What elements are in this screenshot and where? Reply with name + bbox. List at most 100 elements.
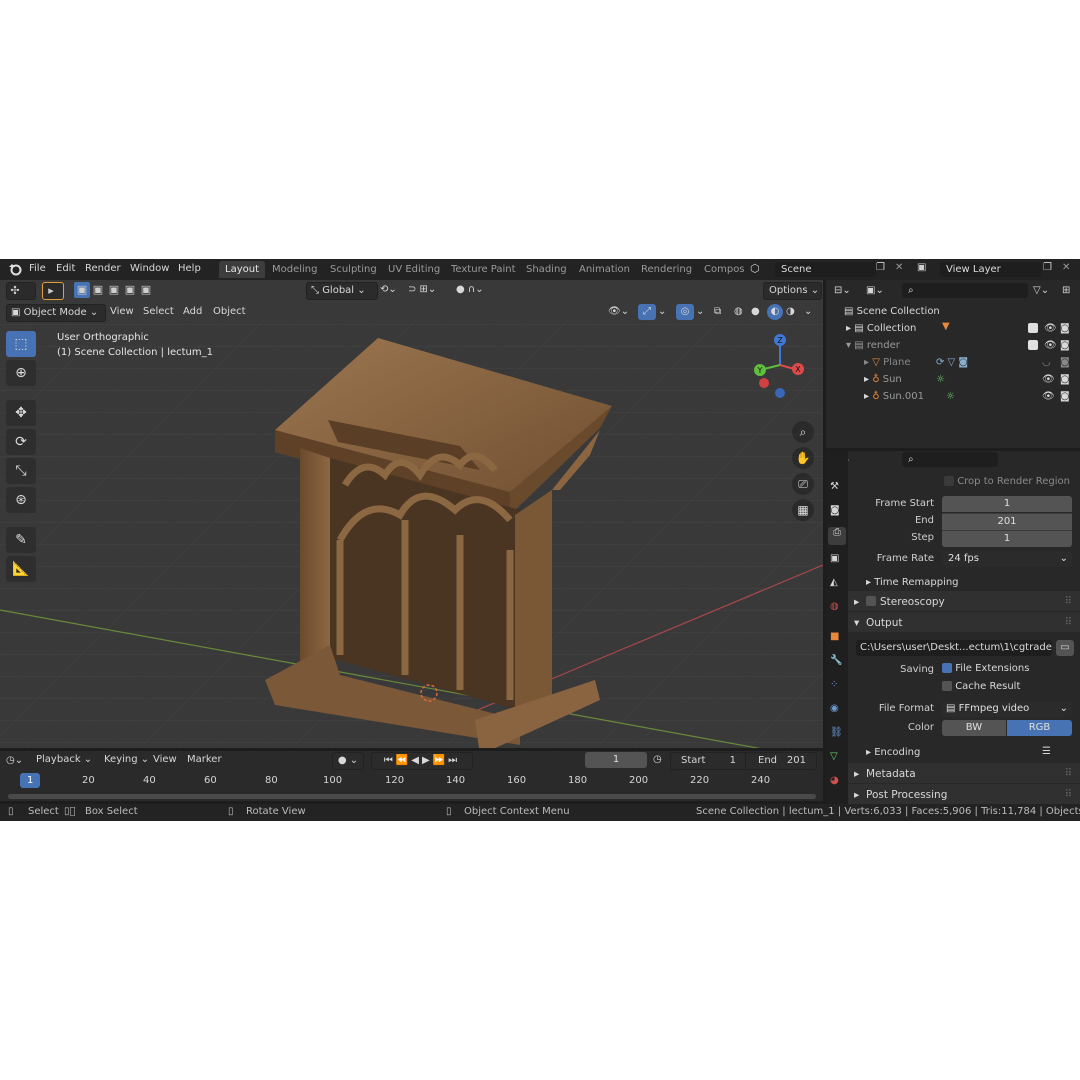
pan-hand-icon[interactable]: ✋	[792, 447, 814, 469]
time-remapping-subpanel[interactable]: ▸ Time Remapping	[866, 577, 959, 588]
folder-icon[interactable]: ▭	[1056, 640, 1074, 656]
scene-field[interactable]: Scene	[775, 262, 876, 277]
overlays-dropdown-icon[interactable]: ⌄	[696, 304, 704, 320]
scene-icon[interactable]: ⬡	[750, 262, 760, 275]
gizmo-toggle-icon[interactable]: ⤢	[638, 304, 656, 320]
transform-orientation-dropdown[interactable]: ⤡ Global ⌄	[306, 282, 378, 300]
current-frame-field[interactable]: 1	[585, 752, 647, 768]
rotate-tool-icon[interactable]: ⟳	[6, 429, 36, 455]
properties-search-input[interactable]: ⌕	[902, 452, 998, 467]
preview-range-icon[interactable]: ◷	[653, 752, 662, 768]
editor-type-icon[interactable]: ✣	[6, 282, 36, 300]
viewport-menu-view[interactable]: View	[110, 304, 134, 320]
outliner-row-scene-collection[interactable]: ▤ Scene Collection	[844, 306, 940, 317]
metadata-panel[interactable]: ▸ Metadata ⠿	[848, 763, 1080, 783]
exclude-checkbox[interactable]	[1028, 323, 1038, 334]
exclude-checkbox[interactable]	[1028, 340, 1038, 351]
camera-icon[interactable]: ◙	[1060, 391, 1070, 402]
tab-uv-editing[interactable]: UV Editing	[382, 261, 446, 278]
output-path-input[interactable]: C:\Users\user\Deskt...ectum\1\cgtrader\f…	[856, 640, 1052, 656]
options-dropdown[interactable]: Options ⌄	[763, 282, 822, 300]
outliner-row-sun-001[interactable]: ▸ ♁ Sun.001 ☼ 👁 ◙	[864, 391, 1078, 402]
playback-controls[interactable]: ⏮⏪◀▶⏩⏭	[371, 752, 473, 770]
view-layer-icon[interactable]: ▣	[917, 262, 926, 273]
tab-texture-paint[interactable]: Texture Paint	[445, 261, 522, 278]
post-processing-panel[interactable]: ▸ Post Processing ⠿	[848, 784, 1080, 804]
wireframe-shading-icon[interactable]: ◍	[734, 304, 743, 320]
close-scene-icon[interactable]: ✕	[895, 262, 903, 273]
filter-icon[interactable]: ▽⌄	[1033, 283, 1049, 299]
move-tool-icon[interactable]: ✥	[6, 400, 36, 426]
cache-result-checkbox[interactable]: Cache Result	[942, 681, 1020, 692]
outliner-search-input[interactable]: ⌕	[902, 283, 1028, 298]
eye-icon[interactable]: 👁	[1044, 340, 1057, 351]
proportional-edit-icon[interactable]: ● ∩⌄	[456, 282, 484, 298]
camera-icon[interactable]: ◙	[1060, 340, 1070, 351]
tool-tab-icon[interactable]: ⚒	[830, 481, 839, 492]
select-box-tool-icon[interactable]: ⬚	[6, 331, 36, 357]
object-tab-icon[interactable]: ■	[830, 631, 839, 642]
timeline-menu-view[interactable]: View	[153, 752, 177, 768]
menu-file[interactable]: File	[29, 263, 46, 274]
color-bw-button[interactable]: BW	[942, 720, 1006, 736]
viewport-menu-add[interactable]: Add	[183, 304, 202, 320]
outliner-row-sun[interactable]: ▸ ♁ Sun ☼ 👁 ◙	[864, 374, 1078, 385]
eye-closed-icon[interactable]: ◡	[1042, 357, 1051, 368]
frame-rate-dropdown[interactable]: 24 fps ⌄	[942, 551, 1072, 567]
measure-tool-icon[interactable]: 📐	[6, 556, 36, 582]
camera-view-icon[interactable]: ⎚	[792, 473, 814, 495]
encoding-presets-icon[interactable]: ☰	[1042, 746, 1051, 757]
drag-handle-icon[interactable]: ⠿	[1065, 617, 1072, 628]
tab-compositing[interactable]: Compos	[698, 261, 746, 278]
encoding-subpanel[interactable]: ▸ Encoding	[866, 747, 920, 758]
outliner-row-plane[interactable]: ▸ ▽ Plane ⟳ ▽ ◙ ◡ ◙	[864, 357, 1078, 368]
stereoscopy-checkbox[interactable]	[866, 596, 876, 607]
viewport-menu-object[interactable]: Object	[213, 304, 246, 320]
view-layer-field[interactable]: View Layer	[940, 262, 1041, 277]
data-tab-icon[interactable]: ▽	[830, 751, 838, 762]
color-rgb-button[interactable]: RGB	[1007, 720, 1072, 736]
output-panel-header[interactable]: ▾ Output ⠿	[848, 612, 1080, 632]
timeline-menu-playback[interactable]: Playback ⌄	[36, 752, 92, 768]
camera-icon[interactable]: ◙	[1060, 374, 1070, 385]
cursor-tool-icon[interactable]: ⊕	[6, 360, 36, 386]
menu-render[interactable]: Render	[85, 263, 121, 274]
tab-shading[interactable]: Shading	[520, 261, 573, 278]
pivot-point-icon[interactable]: ⟲⌄	[380, 282, 397, 298]
drag-handle-icon[interactable]: ⠿	[1065, 789, 1072, 800]
modifier-tab-icon[interactable]: 🔧	[830, 655, 842, 666]
frame-start-field[interactable]: 1	[942, 496, 1072, 512]
menu-help[interactable]: Help	[178, 263, 201, 274]
frame-ruler[interactable]: 1 20 40 60 80 100 120 140 160 180 200 22…	[0, 771, 823, 791]
new-view-layer-icon[interactable]: ❐	[1043, 262, 1052, 273]
tab-layout[interactable]: Layout	[219, 261, 265, 278]
physics-tab-icon[interactable]: ◉	[830, 703, 839, 714]
gizmo-negative-x-axis[interactable]	[759, 378, 769, 388]
scale-tool-icon[interactable]: ⤡	[6, 458, 36, 484]
timeline-menu-keying[interactable]: Keying ⌄	[104, 752, 149, 768]
display-mode-icon[interactable]: ▣⌄	[866, 283, 884, 299]
drag-handle-icon[interactable]: ⠿	[1065, 596, 1072, 607]
gizmo-dropdown-icon[interactable]: ⌄	[658, 304, 666, 320]
drag-handle-icon[interactable]: ⠿	[1065, 768, 1072, 779]
blender-logo-icon[interactable]	[8, 262, 22, 276]
snap-icon[interactable]: ⊃ ⊞⌄	[408, 282, 436, 298]
frame-step-field[interactable]: 1	[942, 530, 1072, 547]
perspective-toggle-icon[interactable]: ▦	[792, 499, 814, 521]
timeline-menu-marker[interactable]: Marker	[187, 752, 222, 768]
menu-edit[interactable]: Edit	[56, 263, 75, 274]
tab-animation[interactable]: Animation	[573, 261, 636, 278]
annotate-tool-icon[interactable]: ✎	[6, 527, 36, 553]
material-shading-icon[interactable]: ◐	[767, 304, 783, 320]
crop-to-render-region-checkbox[interactable]: Crop to Render Region	[944, 476, 1070, 487]
gizmo-negative-z-axis[interactable]	[775, 388, 785, 398]
eye-icon[interactable]: 👁	[1042, 374, 1055, 385]
view-layer-tab-icon[interactable]: ▣	[830, 553, 839, 564]
eye-icon[interactable]: 👁	[1044, 323, 1057, 334]
tab-sculpting[interactable]: Sculpting	[324, 261, 383, 278]
render-tab-icon[interactable]: ◙	[830, 505, 840, 516]
material-tab-icon[interactable]: ◕	[830, 775, 839, 786]
file-extensions-checkbox[interactable]: File Extensions	[942, 663, 1029, 674]
scene-tab-icon[interactable]: ◭	[830, 577, 838, 588]
outliner-row-render[interactable]: ▾ ▤ render 👁 ◙	[846, 340, 1078, 351]
